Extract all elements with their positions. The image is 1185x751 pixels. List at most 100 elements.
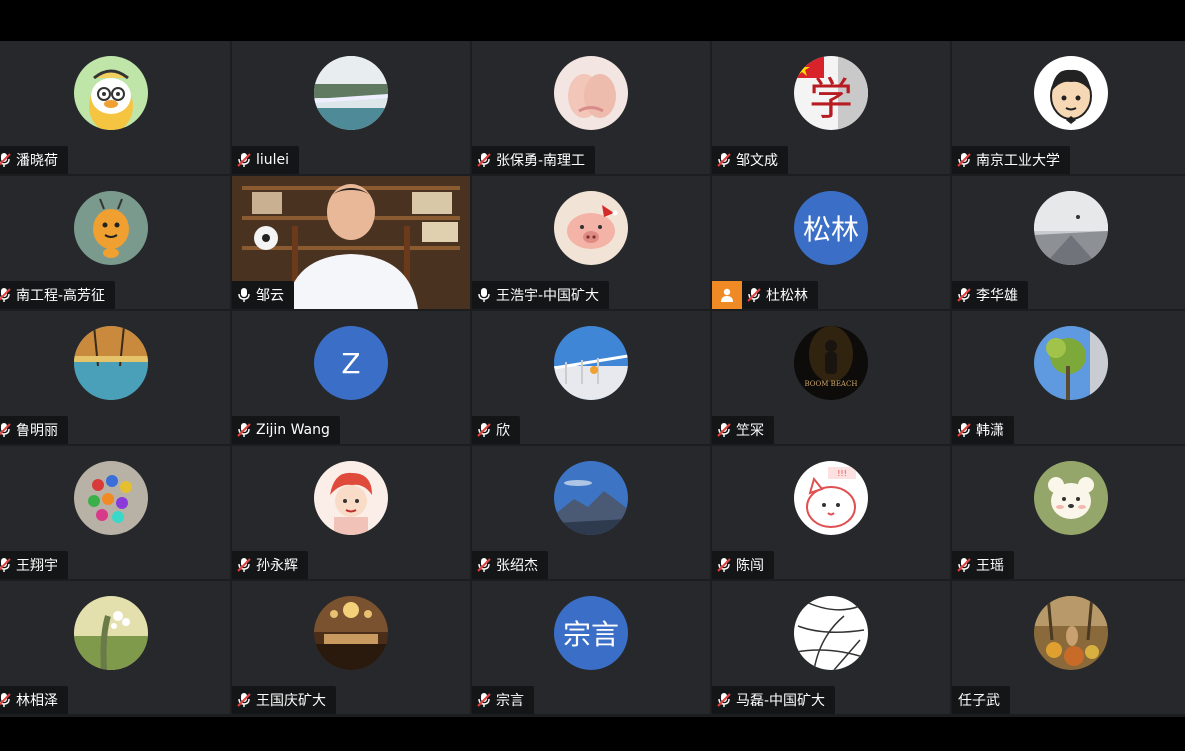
participant-nameplate: 邹云: [232, 281, 294, 309]
participant-tile[interactable]: liulei: [232, 41, 470, 174]
participant-name: 南工程-高芳征: [16, 288, 106, 304]
participant-name: 鲁明丽: [16, 423, 58, 439]
participant-tile[interactable]: !!! 陈闯: [712, 446, 950, 579]
participant-tile[interactable]: 王翔宇: [0, 446, 230, 579]
participant-nameplate: 王瑶: [952, 551, 1014, 579]
participant-tile[interactable]: 王国庆矿大: [232, 581, 470, 714]
participant-name: 陈闯: [736, 558, 764, 574]
participant-name: 南京工业大学: [976, 153, 1060, 169]
mic-muted-icon: [236, 692, 252, 708]
participant-nameplate: 潘晓荷: [0, 146, 68, 174]
boom-beach-avatar: BOOM BEACH: [794, 326, 868, 400]
participant-tile[interactable]: 孙永辉: [232, 446, 470, 579]
participant-tile[interactable]: 张绍杰: [472, 446, 710, 579]
mic-icon: [236, 287, 252, 303]
mic-icon: [476, 287, 492, 303]
mic-muted-icon: [236, 422, 252, 438]
mic-muted-icon: [956, 287, 972, 303]
line-sketch-avatar: [794, 596, 868, 670]
participant-nameplate: 张绍杰: [472, 551, 548, 579]
participant-nameplate: 王浩宇-中国矿大: [472, 281, 610, 309]
autumn-leaves-avatar: [1034, 596, 1108, 670]
mic-muted-icon: [476, 692, 492, 708]
cartoon-redhair-avatar: [314, 461, 388, 535]
mic-muted-icon: [476, 557, 492, 573]
participant-nameplate: 陈闯: [712, 551, 774, 579]
participant-tile[interactable]: BOOM BEACH 笁冞: [712, 311, 950, 444]
participant-tile[interactable]: 马磊-中国矿大: [712, 581, 950, 714]
piglet-photo-avatar: [554, 191, 628, 265]
foggy-landscape-avatar: [1034, 191, 1108, 265]
participant-tile[interactable]: 李华雄: [952, 176, 1185, 309]
participant-avatar-initials: Z: [314, 326, 388, 400]
mic-muted-icon: [956, 557, 972, 573]
participant-tile[interactable]: 南京工业大学: [952, 41, 1185, 174]
participant-avatar-initials: 松林: [794, 191, 868, 265]
participant-nameplate: 鲁明丽: [0, 416, 68, 444]
participant-tile[interactable]: 王浩宇-中国矿大: [472, 176, 710, 309]
cartoon-bee-avatar: [74, 191, 148, 265]
participant-name: 邹云: [256, 288, 284, 304]
participant-tile[interactable]: 韩潇: [952, 311, 1185, 444]
participant-nameplate: 张保勇-南理工: [472, 146, 596, 174]
participant-name: 杜松林: [766, 288, 808, 304]
mic-muted-icon: [956, 152, 972, 168]
participant-tile[interactable]: 任子武: [952, 581, 1185, 714]
cartoon-cat-avatar: !!!: [794, 461, 868, 535]
participant-name: 邹文成: [736, 153, 778, 169]
hands-photo-avatar: [554, 56, 628, 130]
participant-nameplate: 任子武: [952, 686, 1010, 714]
participant-nameplate: 欣: [472, 416, 520, 444]
participant-nameplate: 宗言: [472, 686, 534, 714]
participant-name: 宗言: [496, 693, 524, 709]
autumn-lake-avatar: [74, 326, 148, 400]
participant-nameplate: 韩潇: [952, 416, 1014, 444]
participant-tile[interactable]: 王瑶: [952, 446, 1185, 579]
participant-tile[interactable]: 宗言 宗言: [472, 581, 710, 714]
participant-name: 张绍杰: [496, 558, 538, 574]
participant-nameplate: 王国庆矿大: [232, 686, 336, 714]
participant-name: 孙永辉: [256, 558, 298, 574]
mic-muted-icon: [476, 152, 492, 168]
mic-muted-icon: [716, 422, 732, 438]
participant-name: 李华雄: [976, 288, 1018, 304]
participant-name: 欣: [496, 423, 510, 439]
cartoon-duck-avatar: [74, 56, 148, 130]
colored-balls-avatar: [74, 461, 148, 535]
mic-muted-icon: [0, 287, 12, 303]
participant-tile[interactable]: Z Zijin Wang: [232, 311, 470, 444]
participant-avatar-initials: 宗言: [554, 596, 628, 670]
mountain-sky-avatar: [554, 461, 628, 535]
mic-muted-icon: [236, 152, 252, 168]
participant-tile[interactable]: 松林杜松林: [712, 176, 950, 309]
host-icon: [712, 281, 742, 309]
mic-muted-icon: [0, 422, 12, 438]
mic-muted-icon: [716, 152, 732, 168]
participant-nameplate: 马磊-中国矿大: [712, 686, 836, 714]
participant-tile[interactable]: 欣: [472, 311, 710, 444]
participant-tile[interactable]: 林相泽: [0, 581, 230, 714]
mic-muted-icon: [0, 152, 12, 168]
participant-name: 王浩宇-中国矿大: [496, 288, 600, 304]
participant-nameplate: 邹文成: [712, 146, 788, 174]
participant-nameplate: liulei: [232, 146, 300, 174]
participant-tile[interactable]: 潘晓荷: [0, 41, 230, 174]
participant-nameplate: 南京工业大学: [952, 146, 1070, 174]
participant-tile[interactable]: 邹云: [232, 176, 470, 309]
participant-tile[interactable]: 鲁明丽: [0, 311, 230, 444]
participant-name: 任子武: [958, 693, 1000, 709]
participant-tile[interactable]: 张保勇-南理工: [472, 41, 710, 174]
video-gallery: 潘晓荷 liulei 张保勇-南理工学邹文成 南京工业大学 南工程-高芳征 邹云 王浩宇-中…: [0, 41, 1185, 717]
participant-name: 王瑶: [976, 558, 1004, 574]
participant-name: 王翔宇: [16, 558, 58, 574]
participant-nameplate: 林相泽: [0, 686, 68, 714]
participant-tile[interactable]: 南工程-高芳征: [0, 176, 230, 309]
cartoon-face-avatar: [1034, 56, 1108, 130]
flag-xue-avatar: 学: [794, 56, 868, 130]
railing-sky-avatar: [554, 326, 628, 400]
cartoon-bear-avatar: [1034, 461, 1108, 535]
participant-tile[interactable]: 学邹文成: [712, 41, 950, 174]
mic-muted-icon: [716, 557, 732, 573]
participant-nameplate: 杜松林: [742, 281, 818, 309]
mic-muted-icon: [476, 422, 492, 438]
